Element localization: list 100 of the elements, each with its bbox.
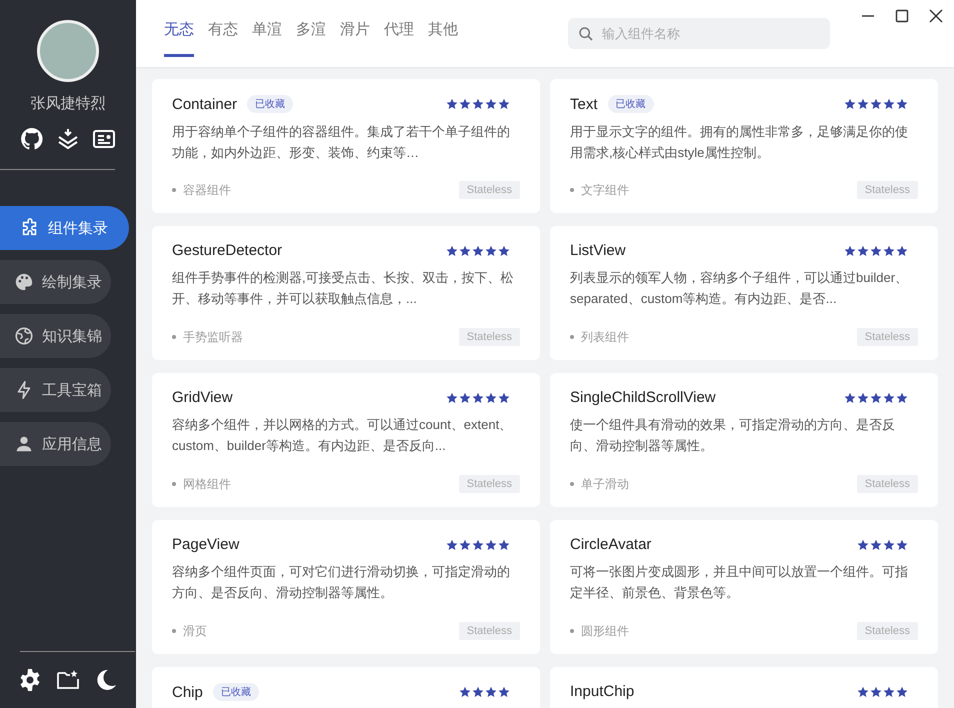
star-icon <box>896 686 908 698</box>
settings-icon[interactable] <box>18 668 42 692</box>
person-icon <box>14 434 34 454</box>
card-title: GestureDetector <box>172 242 282 259</box>
tab[interactable]: 多渲 <box>296 20 326 57</box>
palette-icon <box>14 272 34 292</box>
bullet-icon <box>172 188 176 192</box>
widget-card[interactable]: SingleChildScrollView 使一个组件具有滑动的效果，可指定滑动的方向、是否反向、滑动控制器等属性。 单子滑动 Stateless <box>550 373 938 507</box>
globe-icon <box>14 326 34 346</box>
category-label: 网格组件 <box>183 476 231 492</box>
tab[interactable]: 滑片 <box>340 20 370 57</box>
widget-card[interactable]: Container 已收藏 用于容纳单个子组件的容器组件。集成了若干个单子组件的功能，如内外边距、形变、装饰、约束等… 容器组件 Stateless <box>152 79 540 213</box>
star-icon <box>883 392 895 404</box>
star-icon <box>844 244 856 256</box>
star-icon <box>896 98 908 110</box>
type-tag: Stateless <box>856 181 918 199</box>
tab[interactable]: 单渲 <box>252 20 282 57</box>
nav-item[interactable]: 绘制集录 <box>0 260 111 304</box>
card-title: CircleAvatar <box>570 536 652 553</box>
star-icon <box>446 538 458 550</box>
widget-card[interactable]: PageView 容纳多个组件页面，可对它们进行滑动切换，可指定滑动的方向、是否反向、滑动控制器等属性。 滑页 Stateless <box>152 520 540 654</box>
star-icon <box>485 538 497 550</box>
type-tag: Stateless <box>458 475 520 493</box>
bullet-icon <box>570 335 574 339</box>
star-icon <box>857 98 869 110</box>
favorite-badge: 已收藏 <box>608 95 654 113</box>
star-icon <box>844 392 856 404</box>
category-label: 手势监听器 <box>183 328 243 346</box>
star-icon <box>870 538 882 550</box>
star-icon <box>498 686 510 698</box>
card-description: 容纳多个组件页面，可对它们进行滑动切换，可指定滑动的方向、是否反向、滑动控制器等属性。 <box>172 563 511 602</box>
star-icon <box>896 392 908 404</box>
card-title: PageView <box>172 536 240 553</box>
star-icon <box>870 392 882 404</box>
tab[interactable]: 无态 <box>164 20 194 57</box>
star-icon <box>857 538 869 550</box>
star-icon <box>472 686 484 698</box>
star-icon <box>844 98 856 110</box>
card-description: 可将一张图片变成圆形，并且中间可以放置一个组件。可指定半径、前景色、背景色等。 <box>570 563 909 602</box>
star-icon <box>498 98 510 110</box>
tab[interactable]: 代理 <box>384 20 414 57</box>
close-icon[interactable] <box>928 8 944 24</box>
download-icon[interactable] <box>56 127 80 151</box>
id-card-icon[interactable] <box>92 127 116 151</box>
github-icon[interactable] <box>20 127 44 151</box>
card-title: SingleChildScrollView <box>570 389 716 406</box>
card-title: GridView <box>172 389 233 406</box>
nav-item[interactable]: 组件集录 <box>0 206 129 250</box>
star-icon <box>446 98 458 110</box>
star-icon <box>459 244 471 256</box>
card-description: 容纳多个组件，并以网格的方式。可以通过count、extent、custom、builder等构造。有内边距、是否反向... <box>172 416 514 455</box>
widget-card[interactable]: ListView 列表显示的领军人物，容纳多个子组件，可以通过builder、separated、custom等构造。有内边距、是否... 列表组件 Stateless <box>550 226 938 360</box>
star-icon <box>472 98 484 110</box>
star-icon <box>485 244 497 256</box>
nav-item[interactable]: 工具宝箱 <box>0 368 111 412</box>
widget-card[interactable]: GestureDetector 组件手势事件的检测器,可接受点击、长按、双击，按下、松开、移动等事件，并可以获取触点信息，... 手势监听器 Stateless <box>152 226 540 360</box>
type-tag: Stateless <box>856 622 918 640</box>
category-label: 圆形组件 <box>581 622 629 640</box>
card-title: Text <box>570 96 598 112</box>
star-icon <box>870 244 882 256</box>
star-icon <box>446 244 458 256</box>
widget-card[interactable]: GridView 容纳多个组件，并以网格的方式。可以通过count、extent、custom、builder等构造。有内边距、是否反向... 网格组件 Stateless <box>152 373 540 507</box>
star-icon <box>498 538 510 550</box>
card-title: InputChip <box>570 683 634 700</box>
star-icon <box>459 98 471 110</box>
card-description: 用于显示文字的组件。拥有的属性非常多，足够满足你的使用需求,核心样式由style属性控制。 <box>570 123 909 162</box>
user-name: 张风捷特烈 <box>30 94 106 113</box>
star-icon <box>883 538 895 550</box>
type-tag: Stateless <box>458 328 520 346</box>
bullet-icon <box>570 482 574 486</box>
star-icon <box>446 392 458 404</box>
bullet-icon <box>172 482 176 486</box>
star-icon <box>472 392 484 404</box>
star-icon <box>498 244 510 256</box>
folder-icon[interactable] <box>56 668 80 692</box>
category-label: 列表组件 <box>581 328 629 346</box>
widget-card[interactable]: Chip 已收藏 <box>152 667 540 708</box>
favorite-badge: 已收藏 <box>247 95 294 113</box>
star-icon <box>472 538 484 550</box>
maximize-icon[interactable] <box>894 8 910 24</box>
star-icon <box>896 244 908 256</box>
widget-card[interactable]: InputChip <box>550 667 938 708</box>
search-field[interactable]: 输入组件名称 <box>568 18 830 49</box>
card-title: Chip <box>172 684 203 700</box>
nav-item[interactable]: 应用信息 <box>0 422 111 466</box>
star-icon <box>857 686 869 698</box>
category-label: 单子滑动 <box>581 476 629 492</box>
card-description: 用于容纳单个子组件的容器组件。集成了若干个单子组件的功能，如内外边距、形变、装饰、约束等… <box>172 123 511 162</box>
type-tag: Stateless <box>856 475 918 493</box>
type-tag: Stateless <box>458 622 520 640</box>
star-icon <box>485 98 497 110</box>
star-icon <box>472 244 484 256</box>
nav-item[interactable]: 知识集锦 <box>0 314 111 358</box>
widget-card[interactable]: CircleAvatar 可将一张图片变成圆形，并且中间可以放置一个组件。可指定半径、前景色、背景色等。 圆形组件 Stateless <box>550 520 938 654</box>
star-icon <box>896 538 908 550</box>
tab[interactable]: 有态 <box>208 20 238 57</box>
star-icon <box>485 392 497 404</box>
tab[interactable]: 其他 <box>428 20 458 57</box>
category-label: 容器组件 <box>183 182 231 198</box>
widget-card[interactable]: Text 已收藏 用于显示文字的组件。拥有的属性非常多，足够满足你的使用需求,核心样式由style属性控制。 文字组件 Stateless <box>550 79 938 213</box>
